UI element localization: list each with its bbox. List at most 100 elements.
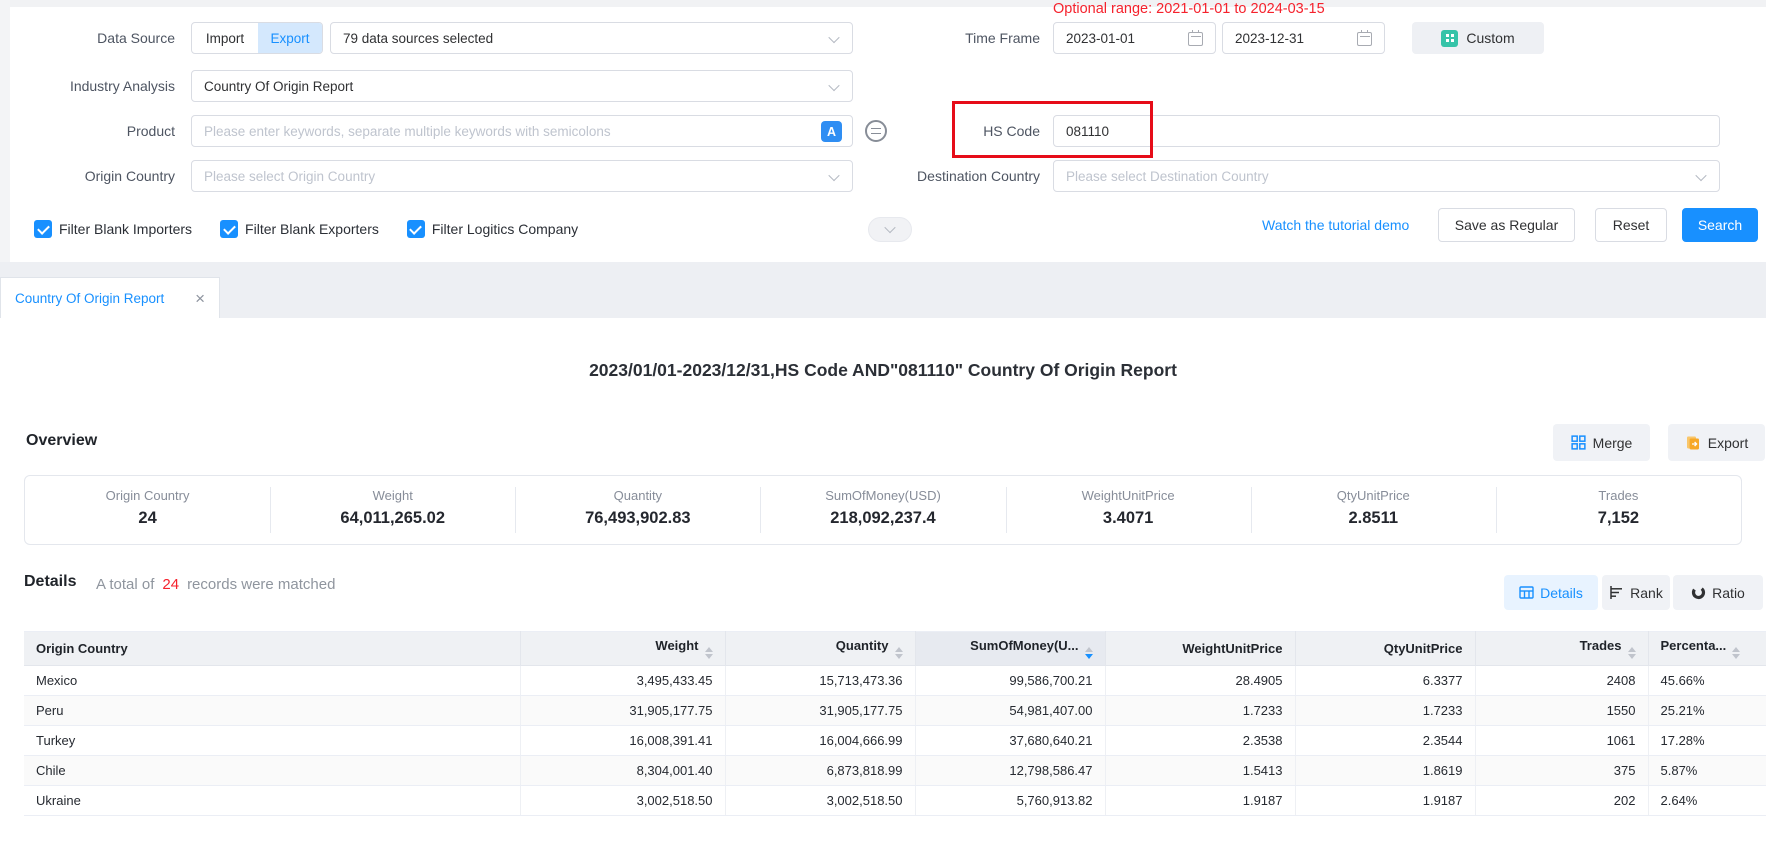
cell-origin-country: Mexico (24, 666, 520, 696)
checkbox-checked-icon[interactable] (407, 220, 425, 238)
checkbox-checked-icon[interactable] (220, 220, 238, 238)
column-label: Percenta... (1661, 638, 1727, 653)
table-row: Mexico3,495,433.4515,713,473.3699,586,70… (24, 666, 1766, 696)
cell: 1.8619 (1295, 756, 1475, 786)
product-label: Product (0, 115, 175, 147)
stat-value: 3.4071 (1103, 509, 1153, 528)
merge-grid-icon (1571, 435, 1586, 450)
view-details-label: Details (1540, 585, 1583, 601)
origin-country-select[interactable]: Please select Origin Country (191, 160, 853, 192)
collapse-filters-button[interactable] (868, 217, 912, 242)
cell: 31,905,177.75 (520, 696, 725, 726)
column-header[interactable]: Quantity (725, 632, 915, 666)
sort-icon[interactable] (1085, 647, 1093, 659)
cell: 5,760,913.82 (915, 786, 1105, 816)
view-rank-button[interactable]: Rank (1602, 575, 1670, 610)
origin-country-label: Origin Country (0, 160, 175, 192)
sort-icon[interactable] (895, 647, 903, 659)
origin-country-placeholder: Please select Origin Country (204, 169, 375, 184)
stat-label: SumOfMoney(USD) (825, 488, 941, 503)
overview-stat: Trades 7,152 (1496, 476, 1741, 544)
cell: 12,798,586.47 (915, 756, 1105, 786)
export-button[interactable]: Export (1668, 424, 1765, 461)
table-body: Mexico3,495,433.4515,713,473.3699,586,70… (24, 666, 1766, 816)
column-header: WeightUnitPrice (1105, 632, 1295, 666)
merge-label: Merge (1593, 435, 1633, 451)
data-sources-select[interactable]: 79 data sources selected (330, 22, 853, 54)
view-rank-label: Rank (1630, 585, 1663, 601)
column-label: Trades (1580, 638, 1622, 653)
filter-checkbox-row: Filter Blank Importers Filter Blank Expo… (34, 216, 578, 242)
cell: 8,304,001.40 (520, 756, 725, 786)
search-button[interactable]: Search (1682, 208, 1758, 242)
sort-icon[interactable] (705, 647, 713, 659)
industry-analysis-select[interactable]: Country Of Origin Report (191, 70, 853, 102)
cell-origin-country: Ukraine (24, 786, 520, 816)
end-date-value: 2023-12-31 (1235, 31, 1304, 46)
merge-button[interactable]: Merge (1553, 424, 1650, 461)
cell: 2.64% (1648, 786, 1766, 816)
column-header[interactable]: Trades (1475, 632, 1648, 666)
table-row: Ukraine3,002,518.503,002,518.505,760,913… (24, 786, 1766, 816)
cell: 3,002,518.50 (725, 786, 915, 816)
cell: 2.3544 (1295, 726, 1475, 756)
cell: 1.9187 (1295, 786, 1475, 816)
details-table: Origin CountryWeightQuantitySumOfMoney(U… (24, 631, 1766, 816)
import-toggle[interactable]: Import (192, 23, 258, 53)
cell: 1.5413 (1105, 756, 1295, 786)
column-label: Weight (655, 638, 698, 653)
stat-label: Weight (373, 488, 413, 503)
industry-analysis-value: Country Of Origin Report (204, 79, 353, 94)
export-toggle[interactable]: Export (258, 23, 322, 53)
top-strip (0, 0, 1766, 7)
destination-country-select[interactable]: Please select Destination Country (1053, 160, 1720, 192)
details-heading: Details (24, 573, 76, 591)
reset-button[interactable]: Reset (1595, 208, 1667, 242)
cell: 3,002,518.50 (520, 786, 725, 816)
column-header[interactable]: Percenta... (1648, 632, 1766, 666)
table-icon (1519, 585, 1534, 600)
column-header[interactable]: SumOfMoney(U... (915, 632, 1105, 666)
product-input[interactable]: Please enter keywords, separate multiple… (191, 115, 853, 147)
overview-stat: Origin Country 24 (25, 476, 270, 544)
save-as-regular-button[interactable]: Save as Regular (1438, 208, 1575, 242)
checkbox-label: Filter Blank Importers (59, 221, 192, 237)
cell: 45.66% (1648, 666, 1766, 696)
hs-code-input[interactable]: 081110 (1053, 115, 1720, 147)
cell: 99,586,700.21 (915, 666, 1105, 696)
view-ratio-button[interactable]: Ratio (1673, 575, 1763, 610)
custom-range-button[interactable]: Custom (1412, 22, 1544, 54)
industry-analysis-label: Industry Analysis (0, 70, 175, 102)
stat-value: 64,011,265.02 (340, 509, 445, 528)
table-row: Peru31,905,177.7531,905,177.7554,981,407… (24, 696, 1766, 726)
column-label: Quantity (836, 638, 889, 653)
chevron-down-icon (828, 80, 839, 91)
checkbox-checked-icon[interactable] (34, 220, 52, 238)
ratio-donut-icon (1691, 585, 1706, 600)
table-row: Chile8,304,001.406,873,818.9912,798,586.… (24, 756, 1766, 786)
filter-checkbox[interactable]: Filter Blank Exporters (220, 220, 379, 238)
end-date-input[interactable]: 2023-12-31 (1222, 22, 1385, 54)
translate-icon[interactable]: A (821, 121, 842, 142)
filter-checkbox[interactable]: Filter Blank Importers (34, 220, 192, 238)
stat-label: Trades (1598, 488, 1638, 503)
cell: 202 (1475, 786, 1648, 816)
cell: 5.87% (1648, 756, 1766, 786)
tab-country-of-origin-report[interactable]: Country Of Origin Report × (0, 277, 220, 318)
time-frame-label: Time Frame (855, 22, 1040, 54)
cell-origin-country: Peru (24, 696, 520, 726)
view-details-button[interactable]: Details (1504, 575, 1598, 610)
cell: 1.9187 (1105, 786, 1295, 816)
cell: 25.21% (1648, 696, 1766, 726)
tutorial-link[interactable]: Watch the tutorial demo (1262, 208, 1409, 242)
tab-bar: Country Of Origin Report × (0, 262, 1766, 318)
start-date-input[interactable]: 2023-01-01 (1053, 22, 1216, 54)
cell: 1.7233 (1105, 696, 1295, 726)
sort-icon[interactable] (1732, 647, 1740, 659)
column-label: SumOfMoney(U... (970, 638, 1078, 653)
stat-label: WeightUnitPrice (1082, 488, 1175, 503)
filter-checkbox[interactable]: Filter Logitics Company (407, 220, 578, 238)
sort-icon[interactable] (1628, 647, 1636, 659)
column-header[interactable]: Weight (520, 632, 725, 666)
close-icon[interactable]: × (195, 290, 205, 307)
